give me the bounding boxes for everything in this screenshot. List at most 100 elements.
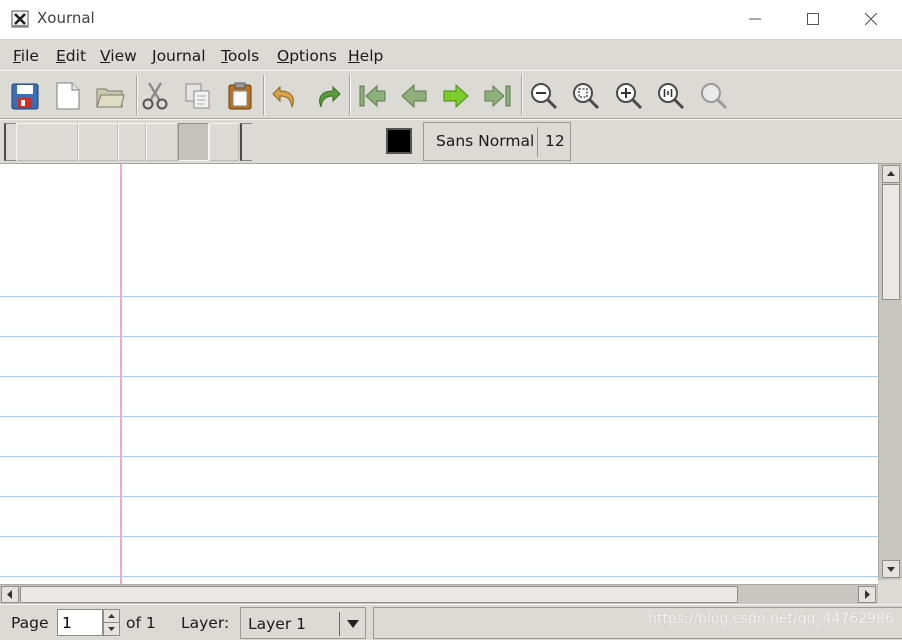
menu-file[interactable]: File bbox=[13, 47, 39, 65]
eraser-tool-button[interactable] bbox=[78, 123, 118, 161]
zoom-set-button[interactable] bbox=[699, 81, 729, 111]
font-name-label: Sans Normal bbox=[436, 132, 535, 150]
first-page-icon bbox=[359, 84, 386, 108]
arrow-left-icon bbox=[7, 590, 12, 599]
menu-options[interactable]: Options bbox=[277, 47, 337, 65]
paste-button[interactable] bbox=[225, 81, 255, 111]
layer-select-value: Layer 1 bbox=[248, 615, 307, 633]
font-button-divider bbox=[537, 127, 538, 157]
spin-down-icon bbox=[108, 627, 115, 631]
toolbar-separator bbox=[521, 75, 523, 115]
paste-icon bbox=[228, 82, 252, 110]
menu-view[interactable]: View bbox=[100, 47, 137, 65]
open-folder-icon bbox=[96, 88, 125, 108]
next-page-icon bbox=[443, 83, 469, 109]
ruled-line bbox=[0, 336, 878, 337]
xournal-app-icon bbox=[11, 10, 29, 28]
minimize-icon bbox=[749, 18, 761, 20]
pen-color-button[interactable] bbox=[386, 128, 412, 154]
pen-tool-button[interactable] bbox=[16, 123, 78, 161]
page-number-input[interactable] bbox=[57, 609, 103, 636]
window-title: Xournal bbox=[37, 9, 95, 27]
zoom-in-icon bbox=[616, 83, 643, 110]
text-tool-button[interactable] bbox=[146, 123, 178, 161]
maximize-icon bbox=[807, 13, 819, 25]
scroll-down-button[interactable] bbox=[882, 560, 900, 578]
zoom-out-button[interactable] bbox=[529, 81, 559, 111]
font-button[interactable]: Sans Normal 12 bbox=[423, 122, 571, 161]
toolbar-handle[interactable] bbox=[4, 123, 16, 161]
new-page-button[interactable] bbox=[53, 81, 83, 111]
zoom-100-button[interactable] bbox=[656, 81, 686, 111]
highlighter-tool-button[interactable] bbox=[118, 123, 146, 161]
save-icon bbox=[11, 83, 39, 110]
page-canvas[interactable] bbox=[0, 164, 878, 584]
ruled-line bbox=[0, 376, 878, 377]
menu-tools[interactable]: Tools bbox=[221, 47, 259, 65]
ruled-line bbox=[0, 456, 878, 457]
default-tool-button[interactable] bbox=[209, 123, 239, 161]
page-count-label: of 1 bbox=[126, 614, 156, 632]
arrow-down-icon bbox=[887, 567, 895, 572]
layer-select[interactable]: Layer 1 bbox=[240, 607, 366, 639]
zoom-set-icon bbox=[701, 83, 728, 110]
maximize-button[interactable] bbox=[784, 0, 842, 39]
undo-button[interactable] bbox=[270, 81, 300, 111]
toolbar-separator bbox=[263, 75, 265, 115]
save-button[interactable] bbox=[10, 81, 40, 111]
cut-button[interactable] bbox=[140, 81, 170, 111]
zoom-100-icon bbox=[658, 83, 685, 110]
zoom-fit-button[interactable] bbox=[571, 81, 601, 111]
next-page-button[interactable] bbox=[441, 81, 471, 111]
vertical-scrollbar[interactable] bbox=[878, 164, 902, 580]
ruled-line bbox=[0, 576, 878, 577]
font-size-label: 12 bbox=[545, 132, 565, 150]
copy-icon bbox=[185, 83, 210, 109]
copy-button[interactable] bbox=[183, 81, 213, 111]
page-label: Page bbox=[11, 614, 49, 632]
menu-bar: File Edit View Journal Tools Options Hel… bbox=[0, 39, 902, 70]
menu-journal[interactable]: Journal bbox=[152, 47, 206, 65]
close-button[interactable] bbox=[842, 0, 900, 39]
ruled-line bbox=[0, 296, 878, 297]
ruled-line bbox=[0, 496, 878, 497]
horizontal-scroll-thumb[interactable] bbox=[20, 586, 738, 603]
ruled-line bbox=[0, 536, 878, 537]
previous-page-button[interactable] bbox=[399, 81, 429, 111]
horizontal-scrollbar[interactable] bbox=[0, 584, 878, 604]
selection-tool-button[interactable] bbox=[178, 123, 209, 161]
layer-select-divider bbox=[339, 612, 340, 636]
undo-icon bbox=[272, 85, 294, 108]
margin-line bbox=[120, 164, 122, 584]
chevron-down-icon bbox=[347, 620, 359, 628]
scrollbar-corner bbox=[878, 580, 902, 604]
menu-help[interactable]: Help bbox=[348, 47, 383, 65]
toolbar-separator bbox=[136, 75, 138, 115]
page-spin-button[interactable] bbox=[103, 609, 120, 636]
last-page-button[interactable] bbox=[483, 81, 513, 111]
scroll-up-button[interactable] bbox=[882, 165, 900, 183]
spin-up-icon bbox=[108, 614, 115, 618]
open-button[interactable] bbox=[95, 81, 125, 111]
layer-label: Layer: bbox=[181, 614, 230, 632]
previous-page-icon bbox=[401, 83, 427, 109]
menu-edit[interactable]: Edit bbox=[56, 47, 86, 65]
zoom-out-icon bbox=[531, 83, 558, 110]
redo-button[interactable] bbox=[313, 81, 343, 111]
toolbar-handle[interactable] bbox=[240, 123, 252, 161]
first-page-button[interactable] bbox=[357, 81, 387, 111]
arrow-right-icon bbox=[865, 590, 870, 599]
ruled-line bbox=[0, 416, 878, 417]
scroll-right-button[interactable] bbox=[858, 586, 876, 603]
last-page-icon bbox=[484, 84, 511, 108]
zoom-in-button[interactable] bbox=[614, 81, 644, 111]
redo-icon bbox=[319, 85, 341, 108]
arrow-up-icon bbox=[887, 171, 895, 176]
close-icon bbox=[865, 13, 877, 25]
scroll-left-button[interactable] bbox=[1, 586, 19, 603]
title-bar: Xournal bbox=[0, 0, 902, 39]
minimize-button[interactable] bbox=[726, 0, 784, 39]
vertical-scroll-thumb[interactable] bbox=[882, 184, 900, 300]
toolbar-separator bbox=[349, 75, 351, 115]
cut-icon bbox=[142, 82, 168, 110]
